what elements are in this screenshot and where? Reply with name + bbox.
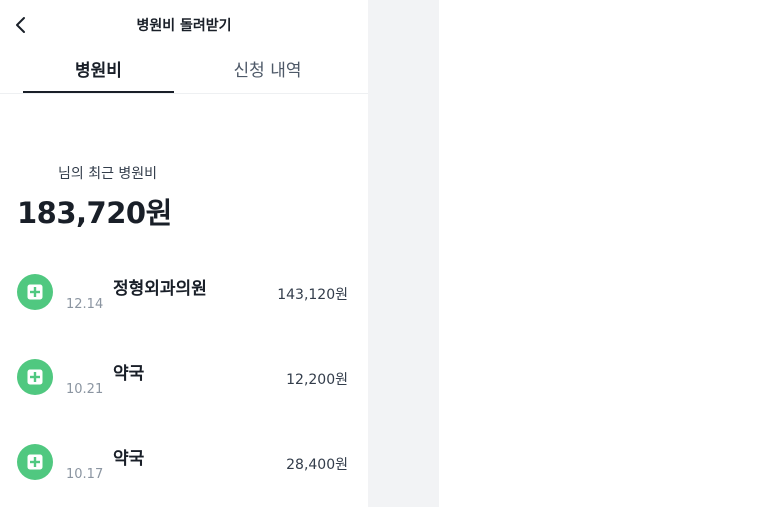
plus-medical-icon xyxy=(17,359,53,395)
plus-medical-icon xyxy=(17,444,53,480)
bill-item-date: 10.17 xyxy=(66,467,104,482)
tab-divider xyxy=(0,93,368,94)
tab-application-history[interactable]: 신청 내역 xyxy=(190,56,345,81)
summary-label: 님의 최근 병원비 xyxy=(58,166,158,182)
empty-area xyxy=(439,0,782,507)
bill-list-item[interactable]: 정형외과의원 12.14 143,120원 xyxy=(0,274,368,334)
bill-item-amount: 28,400원 xyxy=(286,457,348,473)
bill-item-name: 약국 xyxy=(113,364,145,384)
hospital-bill-panel: 병원비 돌려받기 병원비 신청 내역 님의 최근 병원비 183,720원 정형… xyxy=(0,0,368,507)
bill-item-amount: 12,200원 xyxy=(286,372,348,388)
bill-item-amount: 143,120원 xyxy=(277,287,348,303)
tab-hospital-bill[interactable]: 병원비 xyxy=(23,56,174,81)
bill-item-date: 12.14 xyxy=(66,297,104,312)
page-title: 병원비 돌려받기 xyxy=(136,18,232,34)
bill-list-item[interactable]: 약국 10.17 28,400원 xyxy=(0,444,368,504)
bill-list-item[interactable]: 약국 10.21 12,200원 xyxy=(0,359,368,419)
bill-item-name: 약국 xyxy=(113,449,145,469)
background-gutter xyxy=(368,0,439,507)
bill-item-date: 10.21 xyxy=(66,382,104,397)
summary-total-amount: 183,720원 xyxy=(17,196,172,230)
bill-item-name: 정형외과의원 xyxy=(113,279,207,299)
plus-medical-icon xyxy=(17,274,53,310)
